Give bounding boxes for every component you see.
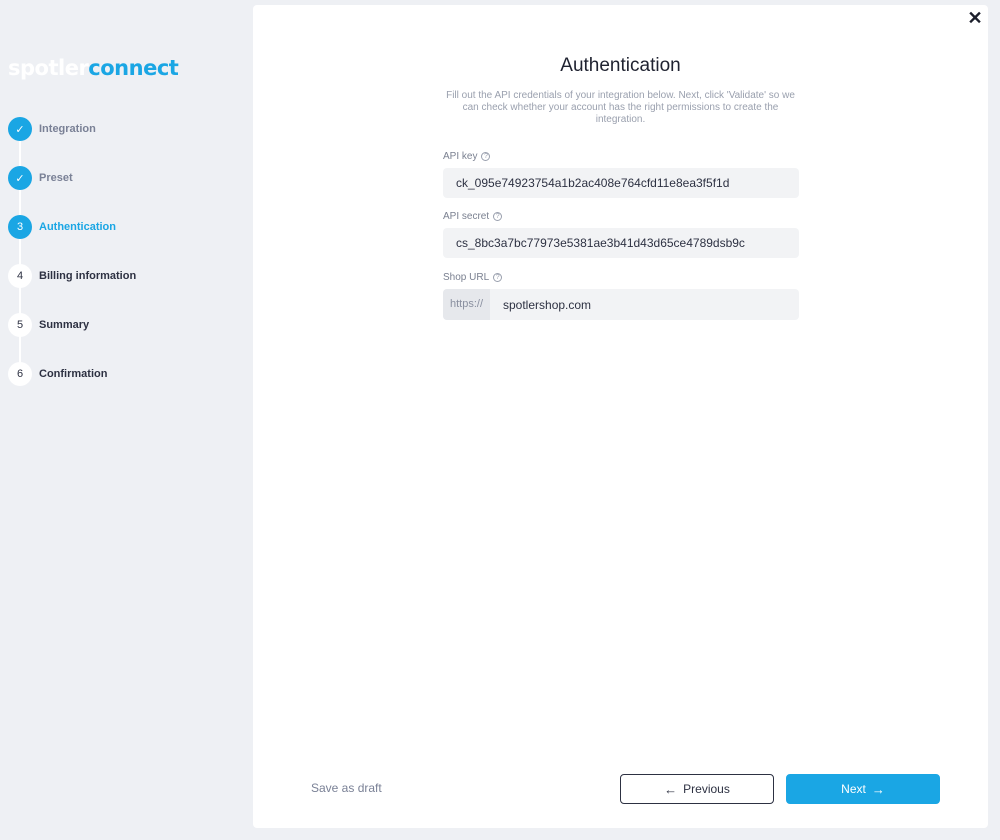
api-key-label-text: API key xyxy=(443,151,478,162)
logo-part-connect: connect xyxy=(88,56,179,80)
step-number: 6 xyxy=(8,362,32,386)
next-button-label: Next xyxy=(841,782,866,796)
page-description: Fill out the API credentials of your int… xyxy=(446,90,795,125)
previous-button-label: Previous xyxy=(683,782,730,796)
api-key-input[interactable] xyxy=(443,168,799,198)
api-secret-input[interactable] xyxy=(443,228,799,258)
wizard-steps: ✓ Integration ✓ Preset 3 Authentication … xyxy=(8,117,248,411)
step-billing-information: 4 Billing information xyxy=(8,264,248,313)
page-title: Authentication xyxy=(560,55,681,76)
step-summary: 5 Summary xyxy=(8,313,248,362)
help-icon[interactable]: ? xyxy=(493,273,503,282)
api-secret-label: API secret ? xyxy=(443,211,503,222)
step-confirmation: 6 Confirmation xyxy=(8,362,248,411)
step-label: Summary xyxy=(39,319,90,331)
authentication-panel: Authentication Fill out the API credenti… xyxy=(253,5,988,828)
api-secret-label-text: API secret xyxy=(443,211,490,222)
step-authentication[interactable]: 3 Authentication xyxy=(8,215,248,264)
logo-part-spotler: spotler xyxy=(8,56,89,80)
shop-url-label: Shop URL ? xyxy=(443,272,503,283)
check-icon: ✓ xyxy=(8,117,32,141)
step-number: 3 xyxy=(8,215,32,239)
previous-button[interactable]: ← Previous xyxy=(620,774,774,804)
step-preset[interactable]: ✓ Preset xyxy=(8,166,248,215)
help-icon[interactable]: ? xyxy=(481,152,491,161)
step-number: 4 xyxy=(8,264,32,288)
arrow-left-icon: ← xyxy=(664,781,678,797)
close-icon[interactable]: ✕ xyxy=(966,8,984,28)
shop-url-input[interactable] xyxy=(490,289,799,320)
step-label: Preset xyxy=(39,172,73,184)
arrow-right-icon: → xyxy=(871,781,885,797)
step-label: Integration xyxy=(39,123,96,135)
check-icon: ✓ xyxy=(8,166,32,190)
shop-url-field: https:// xyxy=(443,289,799,320)
step-integration[interactable]: ✓ Integration xyxy=(8,117,248,166)
shop-url-label-text: Shop URL xyxy=(443,272,490,283)
save-as-draft-button[interactable]: Save as draft xyxy=(311,781,382,795)
next-button[interactable]: Next → xyxy=(786,774,940,804)
api-key-label: API key ? xyxy=(443,151,491,162)
help-icon[interactable]: ? xyxy=(493,212,503,221)
step-label: Billing information xyxy=(39,270,137,282)
step-number: 5 xyxy=(8,313,32,337)
spotler-connect-logo: spotlerconnect xyxy=(8,56,179,80)
step-label: Authentication xyxy=(39,221,116,233)
url-protocol-prefix: https:// xyxy=(443,289,490,320)
step-label: Confirmation xyxy=(39,368,108,380)
sidebar: spotlerconnect ✓ Integration ✓ Preset 3 … xyxy=(0,0,253,840)
